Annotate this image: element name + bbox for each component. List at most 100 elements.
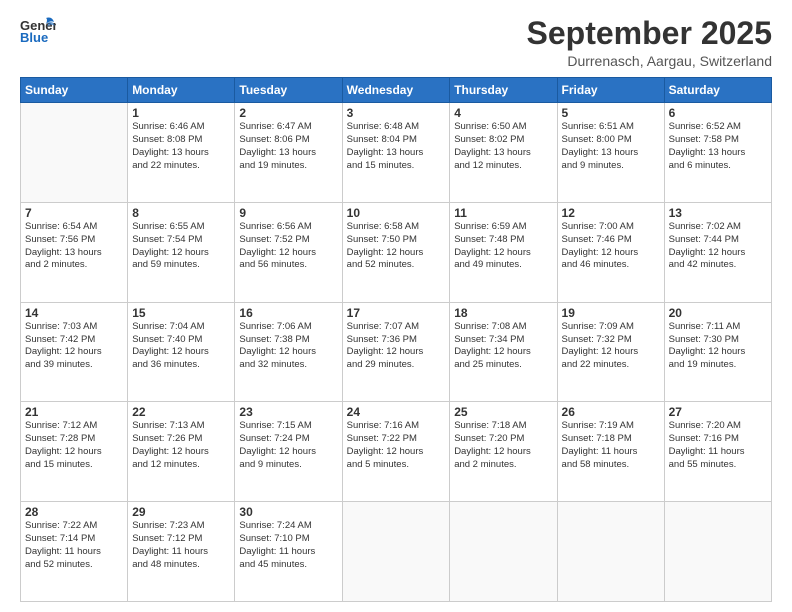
logo: General Blue [20,16,56,44]
day-cell-16: 16Sunrise: 7:06 AM Sunset: 7:38 PM Dayli… [235,302,342,402]
day-info: Sunrise: 7:00 AM Sunset: 7:46 PM Dayligh… [562,221,660,272]
day-number: 9 [239,206,337,220]
day-number: 23 [239,405,337,419]
day-number: 21 [25,405,123,419]
day-info: Sunrise: 7:23 AM Sunset: 7:12 PM Dayligh… [132,520,230,571]
day-cell-10: 10Sunrise: 6:58 AM Sunset: 7:50 PM Dayli… [342,202,450,302]
weekday-header-tuesday: Tuesday [235,78,342,103]
day-number: 28 [25,505,123,519]
weekday-header-monday: Monday [128,78,235,103]
day-info: Sunrise: 7:13 AM Sunset: 7:26 PM Dayligh… [132,420,230,471]
day-cell-28: 28Sunrise: 7:22 AM Sunset: 7:14 PM Dayli… [21,502,128,602]
header: General Blue September 2025 Durrenasch, … [20,16,772,69]
day-number: 6 [669,106,767,120]
day-cell-12: 12Sunrise: 7:00 AM Sunset: 7:46 PM Dayli… [557,202,664,302]
day-cell-4: 4Sunrise: 6:50 AM Sunset: 8:02 PM Daylig… [450,103,557,203]
svg-text:Blue: Blue [20,30,48,44]
day-cell-24: 24Sunrise: 7:16 AM Sunset: 7:22 PM Dayli… [342,402,450,502]
day-number: 3 [347,106,446,120]
week-row-2: 7Sunrise: 6:54 AM Sunset: 7:56 PM Daylig… [21,202,772,302]
day-number: 7 [25,206,123,220]
day-cell-27: 27Sunrise: 7:20 AM Sunset: 7:16 PM Dayli… [664,402,771,502]
day-number: 20 [669,306,767,320]
day-info: Sunrise: 6:55 AM Sunset: 7:54 PM Dayligh… [132,221,230,272]
day-cell-2: 2Sunrise: 6:47 AM Sunset: 8:06 PM Daylig… [235,103,342,203]
day-info: Sunrise: 6:52 AM Sunset: 7:58 PM Dayligh… [669,121,767,172]
day-info: Sunrise: 6:54 AM Sunset: 7:56 PM Dayligh… [25,221,123,272]
day-info: Sunrise: 6:59 AM Sunset: 7:48 PM Dayligh… [454,221,552,272]
calendar-table: SundayMondayTuesdayWednesdayThursdayFrid… [20,77,772,602]
week-row-1: 1Sunrise: 6:46 AM Sunset: 8:08 PM Daylig… [21,103,772,203]
day-cell-25: 25Sunrise: 7:18 AM Sunset: 7:20 PM Dayli… [450,402,557,502]
weekday-header-sunday: Sunday [21,78,128,103]
week-row-3: 14Sunrise: 7:03 AM Sunset: 7:42 PM Dayli… [21,302,772,402]
weekday-header-thursday: Thursday [450,78,557,103]
day-cell-7: 7Sunrise: 6:54 AM Sunset: 7:56 PM Daylig… [21,202,128,302]
weekday-header-row: SundayMondayTuesdayWednesdayThursdayFrid… [21,78,772,103]
day-info: Sunrise: 7:03 AM Sunset: 7:42 PM Dayligh… [25,321,123,372]
day-cell-9: 9Sunrise: 6:56 AM Sunset: 7:52 PM Daylig… [235,202,342,302]
weekday-header-wednesday: Wednesday [342,78,450,103]
day-cell-30: 30Sunrise: 7:24 AM Sunset: 7:10 PM Dayli… [235,502,342,602]
day-cell-18: 18Sunrise: 7:08 AM Sunset: 7:34 PM Dayli… [450,302,557,402]
day-cell-23: 23Sunrise: 7:15 AM Sunset: 7:24 PM Dayli… [235,402,342,502]
weekday-header-friday: Friday [557,78,664,103]
day-info: Sunrise: 6:47 AM Sunset: 8:06 PM Dayligh… [239,121,337,172]
weekday-header-saturday: Saturday [664,78,771,103]
empty-cell [450,502,557,602]
day-info: Sunrise: 7:16 AM Sunset: 7:22 PM Dayligh… [347,420,446,471]
title-area: September 2025 Durrenasch, Aargau, Switz… [527,16,772,69]
day-info: Sunrise: 7:08 AM Sunset: 7:34 PM Dayligh… [454,321,552,372]
day-info: Sunrise: 7:02 AM Sunset: 7:44 PM Dayligh… [669,221,767,272]
day-info: Sunrise: 7:20 AM Sunset: 7:16 PM Dayligh… [669,420,767,471]
day-number: 11 [454,206,552,220]
day-info: Sunrise: 7:15 AM Sunset: 7:24 PM Dayligh… [239,420,337,471]
day-number: 5 [562,106,660,120]
day-number: 24 [347,405,446,419]
day-number: 13 [669,206,767,220]
day-number: 8 [132,206,230,220]
day-number: 10 [347,206,446,220]
day-cell-17: 17Sunrise: 7:07 AM Sunset: 7:36 PM Dayli… [342,302,450,402]
day-info: Sunrise: 7:07 AM Sunset: 7:36 PM Dayligh… [347,321,446,372]
day-info: Sunrise: 7:22 AM Sunset: 7:14 PM Dayligh… [25,520,123,571]
day-cell-3: 3Sunrise: 6:48 AM Sunset: 8:04 PM Daylig… [342,103,450,203]
logo-icon: General Blue [20,16,56,44]
day-info: Sunrise: 7:11 AM Sunset: 7:30 PM Dayligh… [669,321,767,372]
day-number: 17 [347,306,446,320]
day-info: Sunrise: 6:46 AM Sunset: 8:08 PM Dayligh… [132,121,230,172]
day-info: Sunrise: 7:04 AM Sunset: 7:40 PM Dayligh… [132,321,230,372]
day-number: 30 [239,505,337,519]
day-info: Sunrise: 7:12 AM Sunset: 7:28 PM Dayligh… [25,420,123,471]
day-number: 25 [454,405,552,419]
day-info: Sunrise: 7:19 AM Sunset: 7:18 PM Dayligh… [562,420,660,471]
day-info: Sunrise: 7:24 AM Sunset: 7:10 PM Dayligh… [239,520,337,571]
day-number: 29 [132,505,230,519]
week-row-4: 21Sunrise: 7:12 AM Sunset: 7:28 PM Dayli… [21,402,772,502]
day-cell-1: 1Sunrise: 6:46 AM Sunset: 8:08 PM Daylig… [128,103,235,203]
empty-cell [342,502,450,602]
day-cell-26: 26Sunrise: 7:19 AM Sunset: 7:18 PM Dayli… [557,402,664,502]
day-info: Sunrise: 6:48 AM Sunset: 8:04 PM Dayligh… [347,121,446,172]
day-number: 26 [562,405,660,419]
day-number: 19 [562,306,660,320]
day-cell-29: 29Sunrise: 7:23 AM Sunset: 7:12 PM Dayli… [128,502,235,602]
day-cell-22: 22Sunrise: 7:13 AM Sunset: 7:26 PM Dayli… [128,402,235,502]
empty-cell [21,103,128,203]
day-cell-15: 15Sunrise: 7:04 AM Sunset: 7:40 PM Dayli… [128,302,235,402]
day-info: Sunrise: 7:09 AM Sunset: 7:32 PM Dayligh… [562,321,660,372]
day-info: Sunrise: 6:51 AM Sunset: 8:00 PM Dayligh… [562,121,660,172]
day-number: 27 [669,405,767,419]
day-info: Sunrise: 7:06 AM Sunset: 7:38 PM Dayligh… [239,321,337,372]
day-info: Sunrise: 7:18 AM Sunset: 7:20 PM Dayligh… [454,420,552,471]
day-cell-5: 5Sunrise: 6:51 AM Sunset: 8:00 PM Daylig… [557,103,664,203]
day-number: 16 [239,306,337,320]
day-cell-14: 14Sunrise: 7:03 AM Sunset: 7:42 PM Dayli… [21,302,128,402]
day-number: 15 [132,306,230,320]
day-cell-8: 8Sunrise: 6:55 AM Sunset: 7:54 PM Daylig… [128,202,235,302]
day-info: Sunrise: 6:50 AM Sunset: 8:02 PM Dayligh… [454,121,552,172]
empty-cell [557,502,664,602]
day-cell-6: 6Sunrise: 6:52 AM Sunset: 7:58 PM Daylig… [664,103,771,203]
location: Durrenasch, Aargau, Switzerland [527,53,772,69]
day-number: 18 [454,306,552,320]
